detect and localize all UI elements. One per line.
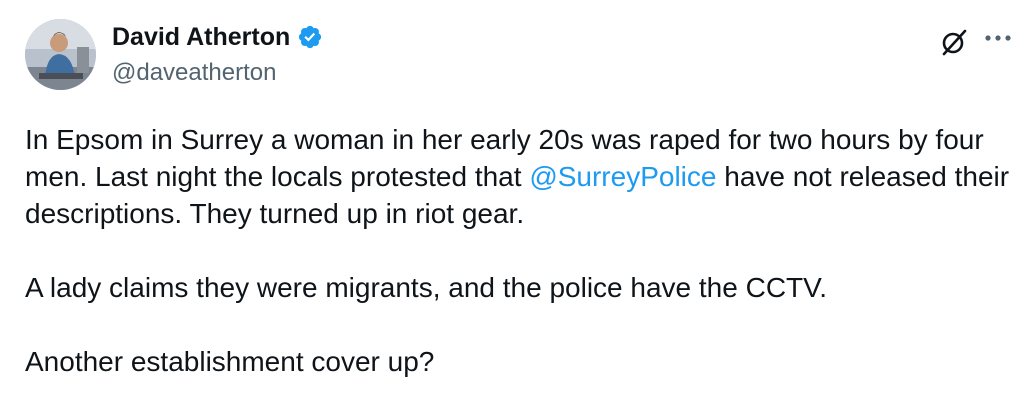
tweet: David Atherton @daveatherton In Epsom in… <box>0 0 1024 418</box>
user-avatar-photo-icon <box>25 19 96 90</box>
grok-slash-icon[interactable] <box>938 26 970 58</box>
tweet-text: In Epsom in Surrey a woman in her early … <box>25 121 1010 380</box>
more-dots-icon[interactable] <box>983 28 1013 48</box>
author-handle[interactable]: @daveatherton <box>112 58 276 88</box>
mention-link[interactable]: @SurreyPolice <box>529 161 716 192</box>
tweet-paragraph-1: In Epsom in Surrey a woman in her early … <box>25 121 1010 232</box>
avatar[interactable] <box>25 19 96 90</box>
tweet-paragraph-3: Another establishment cover up? <box>25 346 435 377</box>
verified-badge-icon[interactable] <box>297 24 323 50</box>
author-display-name[interactable]: David Atherton <box>112 22 290 52</box>
tweet-paragraph-2: A lady claims they were migrants, and th… <box>25 272 828 303</box>
author-name-row: David Atherton <box>112 22 323 52</box>
